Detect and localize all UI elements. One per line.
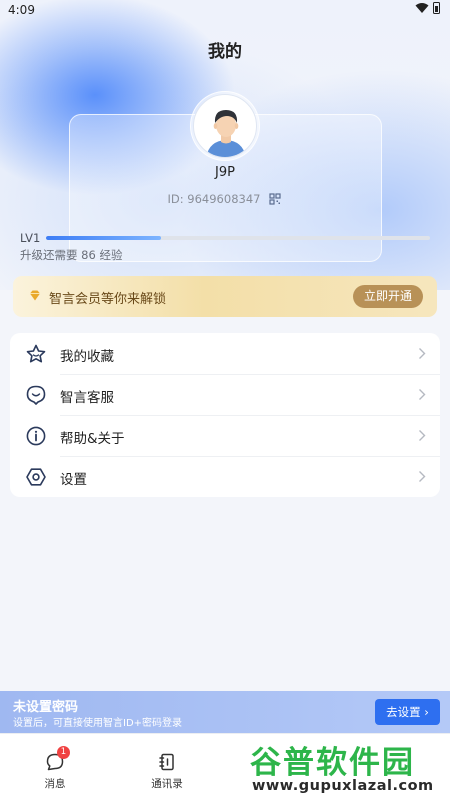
status-icons: [415, 2, 440, 14]
set-password-description: 设置后，可直接使用智言ID+密码登录: [13, 718, 183, 729]
vip-text: 智言会员等你来解锁: [49, 292, 167, 307]
activate-vip-button[interactable]: 立即开通: [353, 285, 423, 308]
vip-banner[interactable]: 智言会员等你来解锁 立即开通: [13, 276, 437, 317]
level-label: LV1: [20, 231, 41, 245]
tab-contacts[interactable]: 通讯录: [112, 734, 222, 800]
menu-item-help-about[interactable]: 帮助&关于: [10, 415, 440, 456]
battery-icon: [433, 2, 440, 14]
chevron-right-icon: [419, 389, 426, 400]
menu-card: 我的收藏 智言客服 帮助&关于 设置: [10, 333, 440, 497]
status-time: 4:09: [8, 3, 35, 17]
customer-service-icon: [26, 385, 46, 405]
info-icon: [26, 426, 46, 446]
qr-code-icon[interactable]: [268, 192, 282, 206]
contacts-icon: [159, 753, 174, 771]
user-id: ID: 9649608347: [167, 192, 261, 206]
avatar[interactable]: [193, 94, 257, 158]
settings-icon: [26, 468, 46, 486]
avatar-person-icon: [206, 110, 246, 157]
diamond-icon: [30, 290, 40, 301]
watermark-url: www.gupuxlazal.com: [252, 778, 434, 794]
watermark-title: 谷普软件园: [250, 745, 415, 781]
menu-item-label: 智言客服: [60, 390, 114, 406]
username: J9P: [215, 165, 235, 180]
user-id-row: ID: 9649608347: [0, 192, 450, 206]
menu-item-label: 帮助&关于: [60, 431, 125, 447]
wifi-icon: [415, 3, 429, 13]
status-bar: 4:09: [0, 0, 450, 22]
watermark: 谷普软件园 www.gupuxlazal.com: [244, 735, 450, 800]
level-progress-bar: [46, 236, 430, 240]
unread-badge: 1: [57, 746, 70, 759]
menu-item-customer-service[interactable]: 智言客服: [10, 374, 440, 415]
tab-messages[interactable]: 1 消息: [0, 734, 110, 800]
tab-label: 通讯录: [151, 778, 183, 790]
star-icon: [26, 344, 46, 363]
level-hint: 升级还需要 86 经验: [20, 248, 123, 262]
menu-item-favorites[interactable]: 我的收藏: [10, 333, 440, 374]
chevron-right-icon: [419, 471, 426, 482]
chevron-right-icon: [419, 430, 426, 441]
set-password-button[interactable]: 去设置 ›: [375, 699, 440, 725]
page-title: 我的: [208, 42, 242, 62]
menu-item-label: 设置: [60, 472, 87, 488]
menu-item-settings[interactable]: 设置: [10, 456, 440, 497]
set-password-banner: 未设置密码 设置后，可直接使用智言ID+密码登录 去设置 ›: [0, 691, 450, 733]
menu-item-label: 我的收藏: [60, 349, 114, 365]
tab-label: 消息: [44, 778, 66, 790]
chevron-right-icon: [419, 348, 426, 359]
level-progress-fill: [46, 236, 162, 240]
set-password-title: 未设置密码: [13, 700, 79, 715]
